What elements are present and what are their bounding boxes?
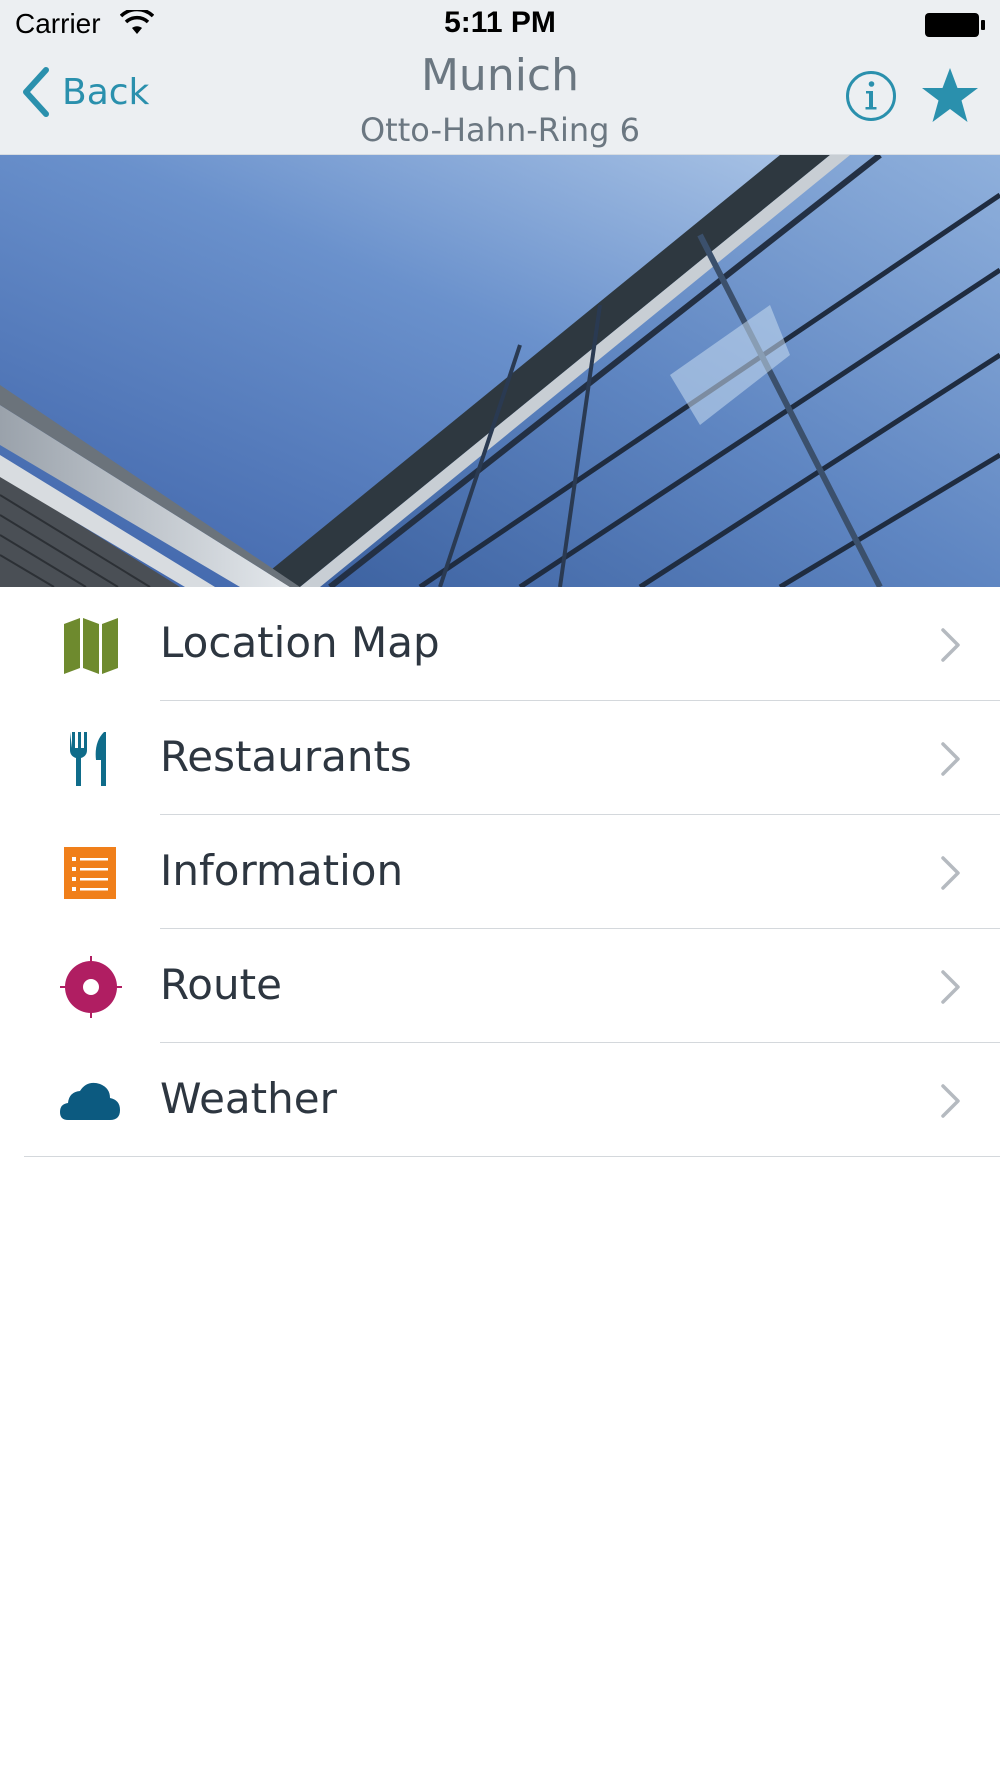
menu-item-label: Weather [160, 1074, 337, 1123]
chevron-right-icon [941, 1084, 960, 1118]
star-icon[interactable] [920, 66, 980, 126]
menu-item-label: Route [160, 960, 282, 1009]
map-icon [64, 618, 118, 674]
menu-item-information[interactable]: Information [0, 815, 1000, 929]
menu-item-location-map[interactable]: Location Map [0, 587, 1000, 701]
navigation-bar: Back Munich Otto-Hahn-Ring 6 [0, 48, 1000, 154]
page-subtitle: Otto-Hahn-Ring 6 [359, 111, 641, 149]
target-icon [60, 956, 122, 1018]
cloud-icon [60, 1082, 120, 1120]
info-circle-icon[interactable] [845, 70, 897, 122]
page-title: Munich [420, 50, 580, 101]
menu-item-label: Information [160, 846, 404, 895]
back-label: Back [62, 71, 150, 113]
top-bar: Carrier 5:11 PM Back Munich Otto-Hahn-Ri… [0, 0, 1000, 155]
location-menu: Location Map Restaurants Information Rou… [0, 587, 1000, 1157]
fork-knife-icon [70, 732, 106, 786]
status-bar: Carrier 5:11 PM [0, 0, 1000, 48]
battery-icon [925, 13, 985, 37]
chevron-left-icon [23, 67, 49, 117]
menu-item-restaurants[interactable]: Restaurants [0, 701, 1000, 815]
nav-titles: Munich Otto-Hahn-Ring 6 [200, 48, 800, 152]
chevron-right-icon [941, 742, 960, 776]
building-photo [0, 155, 1000, 587]
chevron-right-icon [941, 628, 960, 662]
list-icon [64, 847, 116, 899]
row-divider [24, 1156, 1000, 1157]
back-button[interactable]: Back [20, 64, 149, 120]
status-time: 5:11 PM [444, 6, 556, 39]
menu-item-route[interactable]: Route [0, 929, 1000, 1043]
location-hero-image [0, 155, 1000, 587]
chevron-right-icon [941, 856, 960, 890]
chevron-right-icon [941, 970, 960, 1004]
menu-item-weather[interactable]: Weather [0, 1043, 1000, 1157]
menu-item-label: Location Map [160, 618, 440, 667]
menu-item-label: Restaurants [160, 732, 412, 781]
